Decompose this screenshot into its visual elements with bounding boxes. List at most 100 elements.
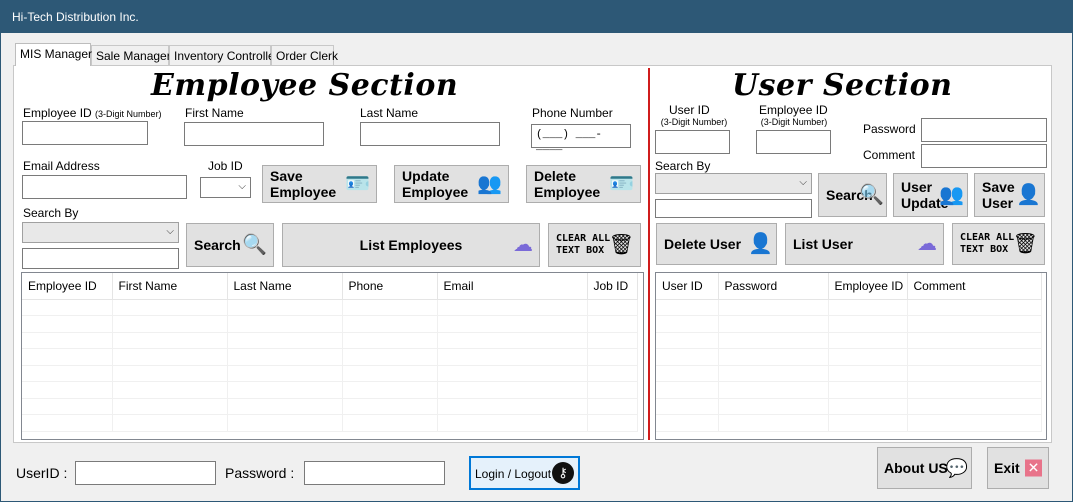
column-header[interactable]: Employee ID [22,273,113,300]
trash-icon: 🗑 [1012,233,1038,255]
userid-input[interactable] [75,461,216,485]
column-header[interactable]: Employee ID [828,273,908,300]
table-row [22,299,638,316]
delete-user-button[interactable]: Delete User 👤 [656,223,777,265]
user-grid[interactable]: User ID Password Employee ID Comment [655,272,1047,440]
user-grid-body [656,299,1042,432]
user-search-by-label: Search By [655,159,711,173]
user-password-input[interactable] [921,118,1047,142]
list-employees-button[interactable]: List Employees ☁ [282,223,540,267]
employee-search-label: Search [194,237,241,253]
email-address-label: Email Address [23,159,100,173]
table-cell [437,381,588,399]
table-cell [587,348,638,366]
tab-sale-manager[interactable]: Sale Manager [91,45,171,65]
employee-grid[interactable]: Employee ID First Name Last Name Phone E… [21,272,644,440]
table-cell [587,414,638,432]
table-row [22,381,638,399]
table-cell [22,414,113,432]
key-icon: ⚷ [552,462,574,484]
exit-label: Exit [994,460,1020,476]
table-cell [342,398,438,415]
user-clear-all-button[interactable]: CLEAR ALL TEXT BOX 🗑 [952,223,1045,265]
column-header[interactable]: Comment [907,273,1042,300]
table-cell [227,332,343,349]
table-cell [112,381,228,399]
save-employee-button[interactable]: Save Employee 🪪 [262,165,377,203]
user-id-label: User ID [669,103,710,117]
table-cell [718,299,829,316]
last-name-label: Last Name [360,106,419,120]
delete-employee-button[interactable]: Delete Employee 🪪 [526,165,641,203]
login-logout-button[interactable]: Login / Logout ⚷ [469,456,580,490]
tab-label: Inventory Controller [174,49,279,63]
table-cell [112,299,228,316]
table-row [22,348,638,366]
table-row [656,332,1042,349]
about-us-label: About US [884,460,948,476]
table-cell [437,332,588,349]
table-cell [656,365,719,382]
user-table: User ID Password Employee ID Comment [656,273,1042,432]
table-cell [656,414,719,432]
table-cell [112,348,228,366]
chat-info-icon: 💬 [945,458,968,478]
column-header[interactable]: First Name [112,273,228,300]
chevron-down-icon: ⌵ [238,181,246,192]
window-title: Hi-Tech Distribution Inc. [12,10,139,24]
employee-search-input[interactable] [22,248,179,269]
table-row [656,381,1042,399]
list-user-button[interactable]: List User ☁ [785,223,944,265]
table-cell [112,398,228,415]
last-name-input[interactable] [360,122,500,146]
table-cell [437,299,588,316]
column-header[interactable]: Password [718,273,829,300]
email-address-input[interactable] [22,175,187,199]
cloud-upload-icon: ☁ [917,233,937,255]
table-cell [342,332,438,349]
table-cell [828,299,908,316]
column-header[interactable]: Job ID [587,273,638,300]
about-us-button[interactable]: About US 💬 [877,447,972,489]
employee-id-input[interactable] [22,121,148,145]
user-comment-input[interactable] [921,144,1047,168]
column-header[interactable]: Phone [342,273,438,300]
table-cell [828,348,908,366]
table-cell [718,398,829,415]
phone-number-input[interactable]: (___) ___-____ [531,124,631,153]
save-user-button[interactable]: Save User 👤 [974,173,1045,217]
user-search-button[interactable]: Search 🔍 [818,173,887,217]
user-search-by-select[interactable]: ⌵ [655,173,812,194]
password-input[interactable] [304,461,445,485]
tab-mis-manager[interactable]: MIS Manager [15,43,92,66]
employee-id-label: Employee ID (3-Digit Number) [23,106,162,120]
user-search-input[interactable] [655,199,812,218]
table-cell [227,381,343,399]
tab-label: Order Clerk [276,49,339,63]
first-name-input[interactable] [184,122,324,146]
user-update-button[interactable]: User Update 👥 [893,173,968,217]
user-password-label: Password [863,122,916,136]
employee-section-heading: Employee Section [151,68,459,103]
column-header[interactable]: Email [437,273,588,300]
table-cell [437,315,588,333]
login-logout-label: Login / Logout [475,467,552,481]
tab-order-clerk[interactable]: Order Clerk [271,45,338,65]
userid-label: UserID : [16,465,68,481]
employee-search-by-select[interactable]: ⌵ [22,222,179,243]
job-id-select[interactable]: ⌵ [200,177,251,198]
employee-clear-all-button[interactable]: CLEAR ALL TEXT BOX 🗑 [548,223,641,267]
column-header[interactable]: Last Name [227,273,343,300]
table-cell [907,381,1042,399]
user-id-hint: (3-Digit Number) [660,117,728,127]
table-cell [907,332,1042,349]
exit-button[interactable]: Exit ✕ [987,447,1049,489]
table-cell [828,332,908,349]
column-header[interactable]: User ID [656,273,719,300]
user-employee-id-input[interactable] [756,130,831,154]
table-cell [22,381,113,399]
tab-inventory-controller[interactable]: Inventory Controller [169,45,279,65]
update-employee-button[interactable]: Update Employee 👥 [394,165,509,203]
employee-search-button[interactable]: Search 🔍 [186,223,274,267]
user-id-input[interactable] [655,130,730,154]
